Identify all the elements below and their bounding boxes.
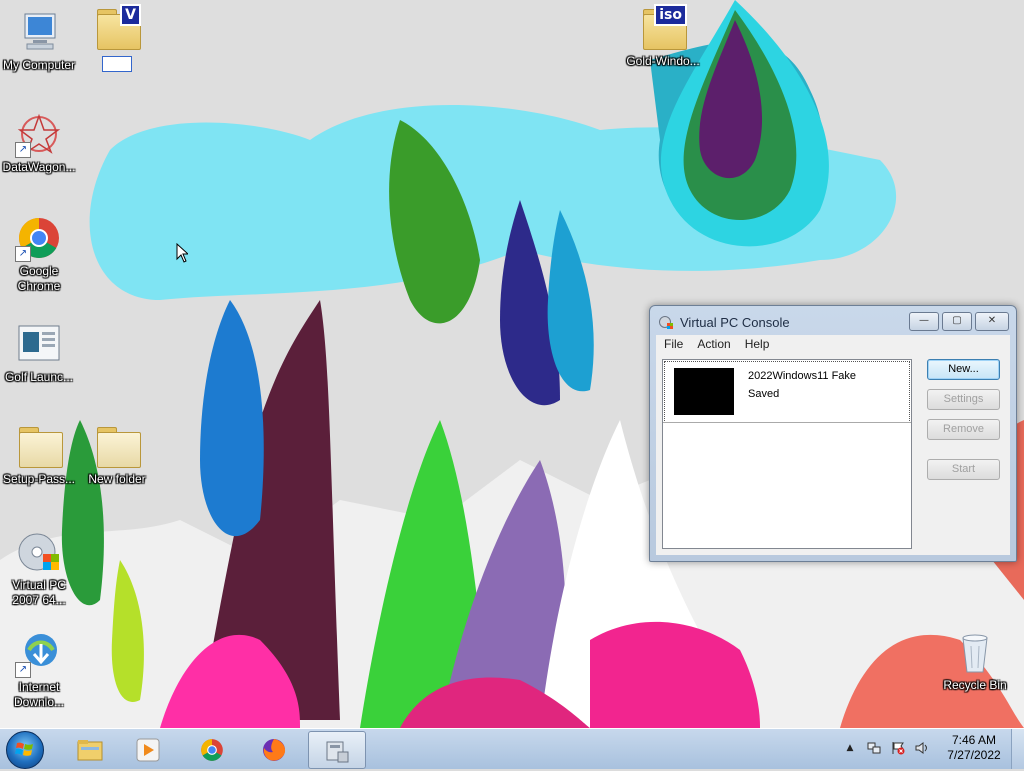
folder-icon xyxy=(93,422,141,470)
shortcut-arrow-icon: ↗ xyxy=(15,662,31,678)
desktop-icon-golf-launcher[interactable]: Golf Launc... xyxy=(0,320,79,385)
desktop-icon-new-folder[interactable]: New folder xyxy=(77,422,157,487)
shortcut-arrow-icon: ↗ xyxy=(15,246,31,262)
media-player-icon xyxy=(136,738,160,762)
virtual-pc-console-icon xyxy=(326,741,349,763)
iso-folder-icon: iso xyxy=(639,4,687,52)
menu-action[interactable]: Action xyxy=(689,335,736,354)
start-button[interactable] xyxy=(6,731,44,769)
taskbar-media-player[interactable] xyxy=(122,731,174,767)
speaker-icon[interactable] xyxy=(915,741,929,755)
minimize-button[interactable]: — xyxy=(909,312,939,331)
folder-badge: V xyxy=(120,4,141,26)
virtual-pc-icon xyxy=(18,533,59,571)
desktop-icon-recycle-bin[interactable]: Recycle Bin xyxy=(935,628,1015,693)
desktop-icon-label: New folder xyxy=(88,472,146,486)
iso-badge: iso xyxy=(654,4,687,26)
close-button[interactable]: ✕ xyxy=(975,312,1009,331)
menu-file[interactable]: File xyxy=(656,335,689,354)
settings-button[interactable]: Settings xyxy=(927,389,1000,410)
desktop-icon-gold-windows[interactable]: iso Gold-Windo... xyxy=(623,4,703,69)
desktop-icon-setup-pass[interactable]: Setup-Pass... xyxy=(0,422,79,487)
vm-list-item[interactable]: 2022Windows11 Fake Saved xyxy=(664,361,910,423)
desktop-icon-label: Internet Downlo... xyxy=(13,680,65,709)
clock-time: 7:46 AM xyxy=(951,733,997,747)
desktop-icon-label: Recycle Bin xyxy=(943,678,1007,692)
windows-logo-icon xyxy=(15,742,33,756)
virtual-pc-console-window: Virtual PC Console — ▢ ✕ File Action Help … xyxy=(649,305,1017,562)
vm-status: Saved xyxy=(748,388,780,400)
virtual-machine-list[interactable]: 2022Windows11 Fake Saved xyxy=(662,359,912,549)
minimize-icon: — xyxy=(919,315,929,326)
title-bar[interactable]: Virtual PC Console — ▢ ✕ xyxy=(650,306,1016,336)
close-icon: ✕ xyxy=(987,315,997,326)
folder-v-icon: V xyxy=(93,4,141,52)
new-button[interactable]: New... xyxy=(927,359,1000,380)
desktop-icon-label: Virtual PC 2007 64... xyxy=(12,578,66,607)
desktop-icon-label: DataWagon... xyxy=(2,160,76,174)
network-icon[interactable] xyxy=(867,741,881,755)
show-desktop-button[interactable] xyxy=(1011,729,1024,769)
desktop-icon-internet-download-manager[interactable]: ↗ Internet Downlo... xyxy=(0,630,79,710)
system-tray: ▲ xyxy=(843,733,943,765)
clock-date: 7/27/2022 xyxy=(947,748,1001,762)
desktop-icon-label: Google Chrome xyxy=(17,264,61,293)
chrome-icon xyxy=(201,739,223,761)
desktop-icon-datawagon[interactable]: ↗ DataWagon... xyxy=(0,110,79,175)
desktop-icon-label: My Computer xyxy=(2,58,76,72)
taskbar-chrome[interactable] xyxy=(186,731,238,767)
desktop-icon-label: Setup-Pass... xyxy=(2,472,76,486)
firefox-icon xyxy=(263,739,286,761)
clock[interactable]: 7:46 AM 7/27/2022 xyxy=(938,733,1010,763)
desktop-icon-my-computer[interactable]: My Computer xyxy=(0,8,79,73)
show-hidden-icons-button[interactable]: ▲ xyxy=(843,741,857,755)
rename-input[interactable] xyxy=(102,56,132,72)
window-title: Virtual PC Console xyxy=(680,315,790,330)
virtual-pc-icon xyxy=(659,316,673,329)
file-explorer-icon xyxy=(77,740,103,761)
golf-launcher-icon xyxy=(18,325,60,361)
flag-icon[interactable] xyxy=(891,741,905,755)
shortcut-arrow-icon: ↗ xyxy=(15,142,31,158)
menu-bar: File Action Help xyxy=(656,335,1010,355)
remove-button[interactable]: Remove xyxy=(927,419,1000,440)
desktop-icon-folder-v[interactable]: V xyxy=(77,4,157,75)
desktop-icon-virtual-pc[interactable]: Virtual PC 2007 64... xyxy=(0,528,79,608)
desktop-icon-label: Gold-Windo... xyxy=(626,54,700,68)
maximize-button[interactable]: ▢ xyxy=(942,312,972,331)
menu-help[interactable]: Help xyxy=(737,335,776,354)
list-divider xyxy=(663,422,911,423)
desktop-icon-google-chrome[interactable]: ↗ Google Chrome xyxy=(0,214,79,294)
window-client-area: 2022Windows11 Fake Saved New... Settings… xyxy=(656,355,1010,555)
start-button[interactable]: Start xyxy=(927,459,1000,480)
vm-name: 2022Windows11 Fake xyxy=(748,370,857,382)
taskbar-virtual-pc-console[interactable] xyxy=(308,731,366,769)
desktop-icon-label: Golf Launc... xyxy=(4,370,74,384)
taskbar-file-explorer[interactable] xyxy=(64,731,116,767)
maximize-icon: ▢ xyxy=(952,315,962,326)
taskbar-firefox[interactable] xyxy=(248,731,300,767)
taskbar: ▲ 7:46 AM 7/27/2022 xyxy=(0,728,1024,769)
vm-thumbnail xyxy=(674,368,734,415)
mouse-cursor-icon xyxy=(176,243,188,263)
folder-icon xyxy=(15,422,63,470)
computer-icon xyxy=(24,13,56,50)
recycle-bin-icon xyxy=(962,634,988,673)
